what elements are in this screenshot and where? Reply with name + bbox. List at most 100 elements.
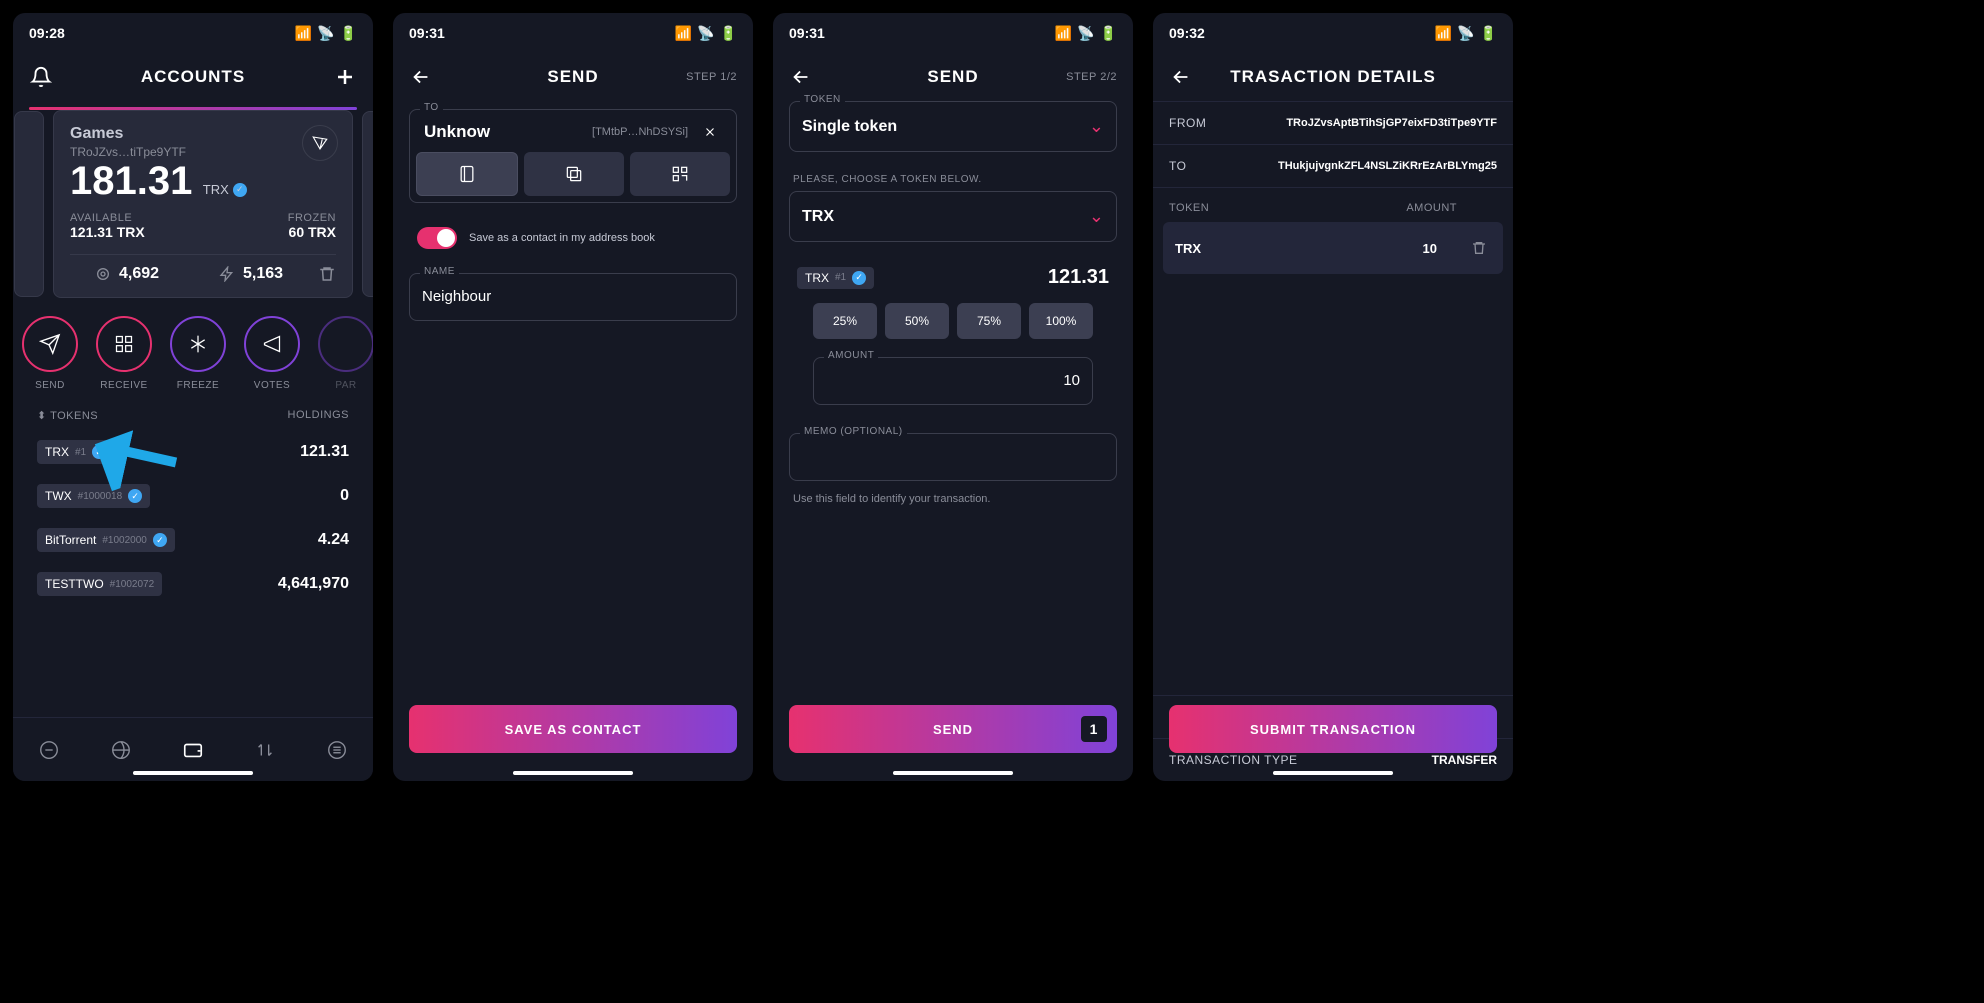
- step-indicator: STEP 2/2: [1066, 71, 1117, 83]
- status-bar: 09:28 📶📡🔋: [13, 13, 373, 53]
- clock: 09:32: [1169, 25, 1205, 41]
- home-indicator[interactable]: [133, 771, 253, 775]
- save-contact-button[interactable]: SAVE AS CONTACT: [409, 705, 737, 753]
- tab-wallet[interactable]: [181, 738, 205, 762]
- screen-send-step2: 09:31 📶📡🔋 SEND STEP 2/2 TOKEN Single tok…: [773, 13, 1133, 781]
- memo-input[interactable]: [802, 448, 1104, 465]
- address-book-button[interactable]: [416, 152, 518, 196]
- page-title: TRASACTION DETAILS: [1153, 67, 1513, 87]
- to-name: Unknow: [424, 122, 490, 142]
- home-indicator[interactable]: [1273, 771, 1393, 775]
- holdings-label: HOLDINGS: [288, 409, 349, 422]
- header: ACCOUNTS: [13, 53, 373, 101]
- screen-accounts: 09:28 📶📡🔋 ACCOUNTS Games TRoJZvs…tiTpe9Y…: [13, 13, 373, 781]
- token-choose-select: TRX ⌄: [789, 191, 1117, 242]
- choose-label: PLEASE, CHOOSE A TOKEN BELOW.: [793, 174, 1133, 185]
- to-row: TO THukjujvgnkZFL4NSLZiKRrEzArBLYmg25: [1153, 145, 1513, 188]
- clock: 09:31: [409, 25, 445, 41]
- token-row[interactable]: TESTTWO#1002072 4,641,970: [13, 562, 373, 606]
- to-address: THukjujvgnkZFL4NSLZiKRrEzArBLYmg25: [1278, 160, 1497, 172]
- submit-transaction-button[interactable]: SUBMIT TRANSACTION: [1169, 705, 1497, 753]
- home-indicator[interactable]: [893, 771, 1013, 775]
- receive-action[interactable]: RECEIVE: [96, 316, 152, 391]
- account-balance: 181.31: [70, 159, 192, 203]
- clock: 09:31: [789, 25, 825, 41]
- wifi-icon: 📡: [317, 25, 334, 42]
- token-row[interactable]: TRX#1✓ 121.31: [13, 430, 373, 474]
- prev-account-peek[interactable]: [14, 111, 44, 297]
- amount-input[interactable]: [826, 372, 1080, 389]
- percent-row: 25% 50% 75% 100%: [773, 297, 1133, 349]
- name-field-group: NAME: [409, 273, 737, 321]
- delete-account-button[interactable]: [318, 265, 336, 283]
- pct-100[interactable]: 100%: [1029, 303, 1093, 339]
- next-account-peek[interactable]: [362, 111, 373, 297]
- pct-50[interactable]: 50%: [885, 303, 949, 339]
- name-input[interactable]: [422, 288, 724, 305]
- to-label: TO: [420, 102, 443, 113]
- screen-send-step1: 09:31 📶📡🔋 SEND STEP 1/2 TO Unknow [TMtbP…: [393, 13, 753, 781]
- send-count-badge: 1: [1081, 716, 1107, 742]
- participate-action[interactable]: PAR: [318, 316, 373, 391]
- battery-icon: 🔋: [340, 25, 357, 42]
- save-contact-toggle[interactable]: [417, 227, 457, 249]
- add-button[interactable]: [333, 65, 357, 89]
- back-button[interactable]: [789, 65, 813, 89]
- status-bar: 09:31 📶📡🔋: [393, 13, 753, 53]
- name-label: NAME: [420, 266, 459, 277]
- bandwidth-stat: 4,692: [70, 265, 184, 283]
- token-summary-row: TRX 10: [1163, 222, 1503, 274]
- token-header: TOKEN: [1169, 202, 1209, 214]
- pct-75[interactable]: 75%: [957, 303, 1021, 339]
- account-token: TRX✓: [203, 182, 247, 197]
- save-contact-label: Save as a contact in my address book: [469, 232, 655, 244]
- frozen-value: 60 TRX: [288, 224, 336, 240]
- token-row[interactable]: BitTorrent#1002000✓ 4.24: [13, 518, 373, 562]
- from-address: TRoJZvsAptBTihSjGP7eixFD3tiTpe9YTF: [1286, 117, 1497, 129]
- available-value: 121.31 TRX: [70, 224, 145, 240]
- account-card[interactable]: Games TRoJZvs…tiTpe9YTF 181.31 TRX✓ AVAI…: [53, 110, 353, 298]
- memo-field-group: MEMO (OPTIONAL): [789, 433, 1117, 481]
- votes-action[interactable]: VOTES: [244, 316, 300, 391]
- freeze-action[interactable]: FREEZE: [170, 316, 226, 391]
- send-button[interactable]: SEND 1: [789, 705, 1117, 753]
- clock: 09:28: [29, 25, 65, 41]
- tab-explorer[interactable]: [109, 738, 133, 762]
- send-action[interactable]: SEND: [22, 316, 78, 391]
- pct-25[interactable]: 25%: [813, 303, 877, 339]
- chevron-down-icon: ⌄: [1089, 116, 1104, 137]
- step-indicator: STEP 1/2: [686, 71, 737, 83]
- scan-qr-button[interactable]: [630, 152, 730, 196]
- to-field-group: TO Unknow [TMtbP…NhDSYSi]: [409, 109, 737, 203]
- tab-menu[interactable]: [325, 738, 349, 762]
- home-indicator[interactable]: [513, 771, 633, 775]
- action-row: SEND RECEIVE FREEZE VOTES PAR: [13, 316, 373, 391]
- bell-icon[interactable]: [29, 65, 53, 89]
- paste-button[interactable]: [524, 152, 624, 196]
- status-icons: 📶📡🔋: [295, 25, 357, 42]
- selected-token-balance: 121.31: [1048, 266, 1109, 289]
- amount-field-group: AMOUNT: [813, 357, 1093, 405]
- save-contact-toggle-row: Save as a contact in my address book: [393, 211, 753, 265]
- frozen-label: FROZEN: [288, 212, 336, 224]
- clear-button[interactable]: [698, 120, 722, 144]
- tx-type-value: TRANSFER: [1432, 753, 1497, 767]
- remove-token-button[interactable]: [1467, 236, 1491, 260]
- account-name: Games: [70, 125, 336, 143]
- to-address: [TMtbP…NhDSYSi]: [592, 126, 688, 138]
- available-label: AVAILABLE: [70, 212, 145, 224]
- selected-token-chip: TRX#1✓: [797, 267, 874, 289]
- status-bar: 09:31 📶📡🔋: [773, 13, 1133, 53]
- token-row[interactable]: TWX#1000018✓ 0: [13, 474, 373, 518]
- tab-swap[interactable]: [37, 738, 61, 762]
- amount-header: AMOUNT: [1406, 202, 1457, 214]
- verified-icon: ✓: [233, 183, 247, 197]
- back-button[interactable]: [409, 65, 433, 89]
- page-title: ACCOUNTS: [13, 67, 373, 87]
- energy-stat: 5,163: [194, 265, 308, 283]
- back-button[interactable]: [1169, 65, 1193, 89]
- account-address: TRoJZvs…tiTpe9YTF: [70, 145, 336, 159]
- tab-trades[interactable]: [253, 738, 277, 762]
- memo-hint: Use this field to identify your transact…: [773, 489, 1133, 509]
- chevron-down-icon: ⌄: [1089, 206, 1104, 227]
